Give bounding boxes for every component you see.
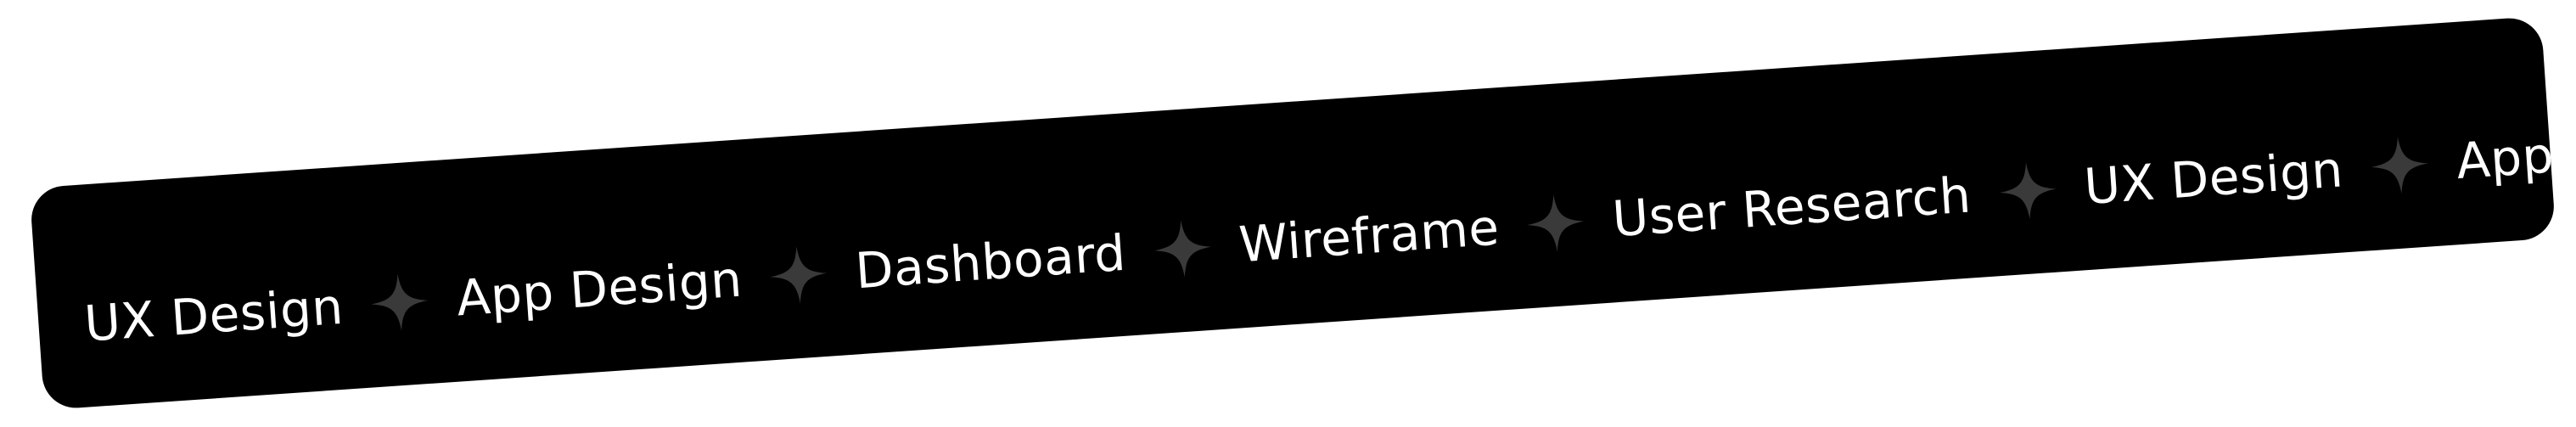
canvas: UX Design App Design Dashboard Wireframe… bbox=[0, 0, 2576, 427]
sparkle-icon bbox=[1524, 192, 1588, 256]
ticker-item: Wireframe bbox=[1237, 198, 1501, 274]
sparkle-icon bbox=[368, 271, 432, 334]
ticker-track: UX Design App Design Dashboard Wireframe… bbox=[33, 64, 2556, 357]
ticker-item: UX Design bbox=[2082, 140, 2345, 216]
ticker-item: App De bbox=[2454, 120, 2556, 191]
ticker-item: UX Design bbox=[82, 277, 345, 353]
sparkle-icon bbox=[1151, 217, 1215, 281]
ticker-item: App Design bbox=[454, 250, 744, 328]
sparkle-icon bbox=[1996, 159, 2060, 222]
sparkle-icon bbox=[2368, 133, 2432, 197]
ticker-item: User Research bbox=[1610, 166, 1973, 249]
ticker-item: Dashboard bbox=[853, 223, 1128, 301]
ticker-band: UX Design App Design Dashboard Wireframe… bbox=[29, 15, 2556, 411]
sparkle-icon bbox=[767, 244, 831, 307]
